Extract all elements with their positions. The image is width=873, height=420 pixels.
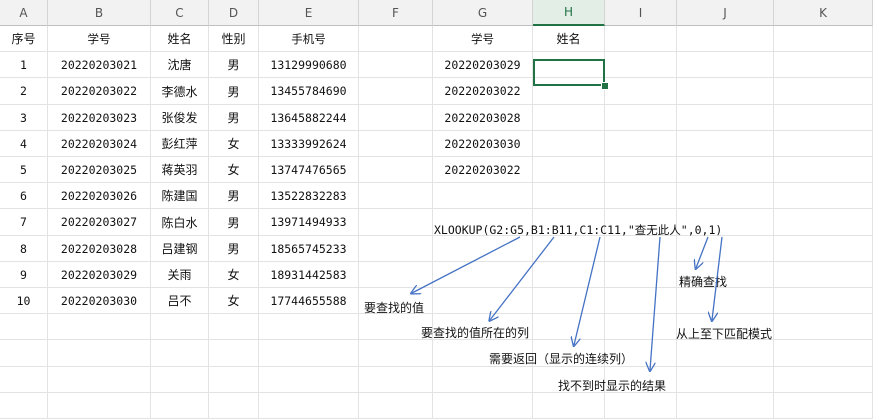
arrow-match-mode (696, 236, 709, 268)
arrow-if-not-found (650, 236, 661, 370)
arrow-search-mode (712, 236, 723, 320)
arrow-return-array (574, 236, 601, 345)
annotation-arrows (0, 236, 723, 420)
arrow-lookup-value (412, 236, 521, 293)
arrow-lookup-array (490, 236, 555, 320)
